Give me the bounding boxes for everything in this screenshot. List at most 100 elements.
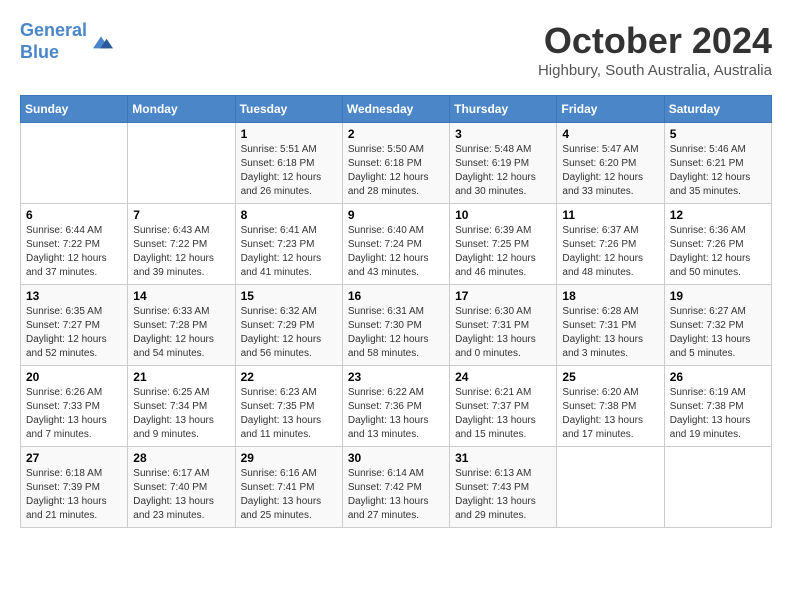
calendar-cell: 24Sunrise: 6:21 AM Sunset: 7:37 PM Dayli… <box>450 366 557 447</box>
calendar-cell: 17Sunrise: 6:30 AM Sunset: 7:31 PM Dayli… <box>450 285 557 366</box>
day-info: Sunrise: 6:14 AM Sunset: 7:42 PM Dayligh… <box>348 467 444 523</box>
day-info: Sunrise: 6:31 AM Sunset: 7:30 PM Dayligh… <box>348 305 444 361</box>
day-number: 9 <box>348 208 444 222</box>
calendar-cell: 14 Sunrise: 6:33 AM Sunset: 7:28 PM Dayli… <box>128 285 235 366</box>
calendar-cell: 27 Sunrise: 6:18 AM Sunset: 7:39 PM Dayli… <box>21 447 128 528</box>
day-info: Sunrise: 6:37 AM Sunset: 7:26 PM Dayligh… <box>562 224 658 280</box>
day-info: Sunrise: 6:32 AM Sunset: 7:29 PM Dayligh… <box>241 305 337 361</box>
day-number: 30 <box>348 451 444 465</box>
day-info: Sunrise: 6:36 AM Sunset: 7:26 PM Dayligh… <box>670 224 766 280</box>
day-number: 10 <box>455 208 551 222</box>
logo-icon <box>89 30 113 54</box>
calendar-cell: 12Sunrise: 6:36 AM Sunset: 7:26 PM Dayli… <box>664 204 771 285</box>
title-block: October 2024 Highbury, South Australia, … <box>538 20 772 79</box>
day-number: 14 <box>133 289 229 303</box>
calendar-cell: 10Sunrise: 6:39 AM Sunset: 7:25 PM Dayli… <box>450 204 557 285</box>
calendar-cell: 13 Sunrise: 6:35 AM Sunset: 7:27 PM Dayli… <box>21 285 128 366</box>
calendar-cell: 21 Sunrise: 6:25 AM Sunset: 7:34 PM Dayli… <box>128 366 235 447</box>
day-number: 13 <box>26 289 122 303</box>
calendar-cell: 7 Sunrise: 6:43 AM Sunset: 7:22 PM Daylig… <box>128 204 235 285</box>
calendar-cell: 1 Sunrise: 5:51 AM Sunset: 6:18 PM Daylig… <box>235 123 342 204</box>
day-info: Sunrise: 6:18 AM Sunset: 7:39 PM Dayligh… <box>26 467 122 523</box>
day-info: Sunrise: 5:47 AM Sunset: 6:20 PM Dayligh… <box>562 143 658 199</box>
day-info: Sunrise: 6:44 AM Sunset: 7:22 PM Dayligh… <box>26 224 122 280</box>
day-number: 29 <box>241 451 337 465</box>
calendar-cell: 3Sunrise: 5:48 AM Sunset: 6:19 PM Daylig… <box>450 123 557 204</box>
day-info: Sunrise: 6:13 AM Sunset: 7:43 PM Dayligh… <box>455 467 551 523</box>
calendar-header-row: SundayMondayTuesdayWednesdayThursdayFrid… <box>21 96 772 123</box>
calendar-cell: 18 Sunrise: 6:28 AM Sunset: 7:31 PM Dayli… <box>557 285 664 366</box>
calendar-cell: 20Sunrise: 6:26 AM Sunset: 7:33 PM Dayli… <box>21 366 128 447</box>
calendar-cell: 4 Sunrise: 5:47 AM Sunset: 6:20 PM Daylig… <box>557 123 664 204</box>
day-number: 1 <box>241 127 337 141</box>
day-number: 26 <box>670 370 766 384</box>
day-info: Sunrise: 6:16 AM Sunset: 7:41 PM Dayligh… <box>241 467 337 523</box>
day-info: Sunrise: 6:28 AM Sunset: 7:31 PM Dayligh… <box>562 305 658 361</box>
calendar-cell: 23Sunrise: 6:22 AM Sunset: 7:36 PM Dayli… <box>342 366 449 447</box>
day-info: Sunrise: 6:25 AM Sunset: 7:34 PM Dayligh… <box>133 386 229 442</box>
day-info: Sunrise: 6:30 AM Sunset: 7:31 PM Dayligh… <box>455 305 551 361</box>
day-info: Sunrise: 5:48 AM Sunset: 6:19 PM Dayligh… <box>455 143 551 199</box>
day-number: 19 <box>670 289 766 303</box>
day-number: 2 <box>348 127 444 141</box>
calendar-cell: 19 Sunrise: 6:27 AM Sunset: 7:32 PM Dayli… <box>664 285 771 366</box>
calendar-cell: 28 Sunrise: 6:17 AM Sunset: 7:40 PM Dayli… <box>128 447 235 528</box>
header-wednesday: Wednesday <box>342 96 449 123</box>
day-number: 7 <box>133 208 229 222</box>
calendar-cell: 16 Sunrise: 6:31 AM Sunset: 7:30 PM Dayli… <box>342 285 449 366</box>
day-number: 5 <box>670 127 766 141</box>
calendar-cell: 30 Sunrise: 6:14 AM Sunset: 7:42 PM Dayli… <box>342 447 449 528</box>
header-friday: Friday <box>557 96 664 123</box>
day-info: Sunrise: 6:17 AM Sunset: 7:40 PM Dayligh… <box>133 467 229 523</box>
calendar-week-row: 27 Sunrise: 6:18 AM Sunset: 7:39 PM Dayli… <box>21 447 772 528</box>
day-info: Sunrise: 6:33 AM Sunset: 7:28 PM Dayligh… <box>133 305 229 361</box>
calendar-cell: 25 Sunrise: 6:20 AM Sunset: 7:38 PM Dayli… <box>557 366 664 447</box>
calendar-cell <box>21 123 128 204</box>
day-info: Sunrise: 6:35 AM Sunset: 7:27 PM Dayligh… <box>26 305 122 361</box>
day-info: Sunrise: 6:26 AM Sunset: 7:33 PM Dayligh… <box>26 386 122 442</box>
calendar-week-row: 1 Sunrise: 5:51 AM Sunset: 6:18 PM Daylig… <box>21 123 772 204</box>
calendar-cell: 31Sunrise: 6:13 AM Sunset: 7:43 PM Dayli… <box>450 447 557 528</box>
day-number: 4 <box>562 127 658 141</box>
day-number: 15 <box>241 289 337 303</box>
day-number: 6 <box>26 208 122 222</box>
calendar-cell: 2 Sunrise: 5:50 AM Sunset: 6:18 PM Daylig… <box>342 123 449 204</box>
calendar-cell: 9 Sunrise: 6:40 AM Sunset: 7:24 PM Daylig… <box>342 204 449 285</box>
calendar-week-row: 13 Sunrise: 6:35 AM Sunset: 7:27 PM Dayli… <box>21 285 772 366</box>
calendar-cell: 15 Sunrise: 6:32 AM Sunset: 7:29 PM Dayli… <box>235 285 342 366</box>
calendar-cell <box>557 447 664 528</box>
day-number: 16 <box>348 289 444 303</box>
day-info: Sunrise: 6:40 AM Sunset: 7:24 PM Dayligh… <box>348 224 444 280</box>
day-info: Sunrise: 6:43 AM Sunset: 7:22 PM Dayligh… <box>133 224 229 280</box>
day-info: Sunrise: 6:27 AM Sunset: 7:32 PM Dayligh… <box>670 305 766 361</box>
header-thursday: Thursday <box>450 96 557 123</box>
day-number: 8 <box>241 208 337 222</box>
header-saturday: Saturday <box>664 96 771 123</box>
day-info: Sunrise: 6:20 AM Sunset: 7:38 PM Dayligh… <box>562 386 658 442</box>
calendar-cell: 5 Sunrise: 5:46 AM Sunset: 6:21 PM Daylig… <box>664 123 771 204</box>
calendar-cell: 11 Sunrise: 6:37 AM Sunset: 7:26 PM Dayli… <box>557 204 664 285</box>
day-info: Sunrise: 5:50 AM Sunset: 6:18 PM Dayligh… <box>348 143 444 199</box>
calendar-cell: 8Sunrise: 6:41 AM Sunset: 7:23 PM Daylig… <box>235 204 342 285</box>
header-monday: Monday <box>128 96 235 123</box>
day-number: 11 <box>562 208 658 222</box>
calendar-week-row: 6 Sunrise: 6:44 AM Sunset: 7:22 PM Daylig… <box>21 204 772 285</box>
calendar-week-row: 20Sunrise: 6:26 AM Sunset: 7:33 PM Dayli… <box>21 366 772 447</box>
calendar-cell <box>664 447 771 528</box>
day-number: 18 <box>562 289 658 303</box>
day-info: Sunrise: 5:46 AM Sunset: 6:21 PM Dayligh… <box>670 143 766 199</box>
calendar-cell <box>128 123 235 204</box>
header-sunday: Sunday <box>21 96 128 123</box>
calendar-cell: 6 Sunrise: 6:44 AM Sunset: 7:22 PM Daylig… <box>21 204 128 285</box>
calendar-table: SundayMondayTuesdayWednesdayThursdayFrid… <box>20 95 772 528</box>
day-number: 27 <box>26 451 122 465</box>
month-title: October 2024 <box>538 20 772 62</box>
location-subtitle: Highbury, South Australia, Australia <box>538 62 772 79</box>
day-info: Sunrise: 5:51 AM Sunset: 6:18 PM Dayligh… <box>241 143 337 199</box>
day-info: Sunrise: 6:21 AM Sunset: 7:37 PM Dayligh… <box>455 386 551 442</box>
day-number: 21 <box>133 370 229 384</box>
day-number: 25 <box>562 370 658 384</box>
day-number: 28 <box>133 451 229 465</box>
day-info: Sunrise: 6:23 AM Sunset: 7:35 PM Dayligh… <box>241 386 337 442</box>
page-header: General Blue October 2024 Highbury, Sout… <box>20 20 772 79</box>
